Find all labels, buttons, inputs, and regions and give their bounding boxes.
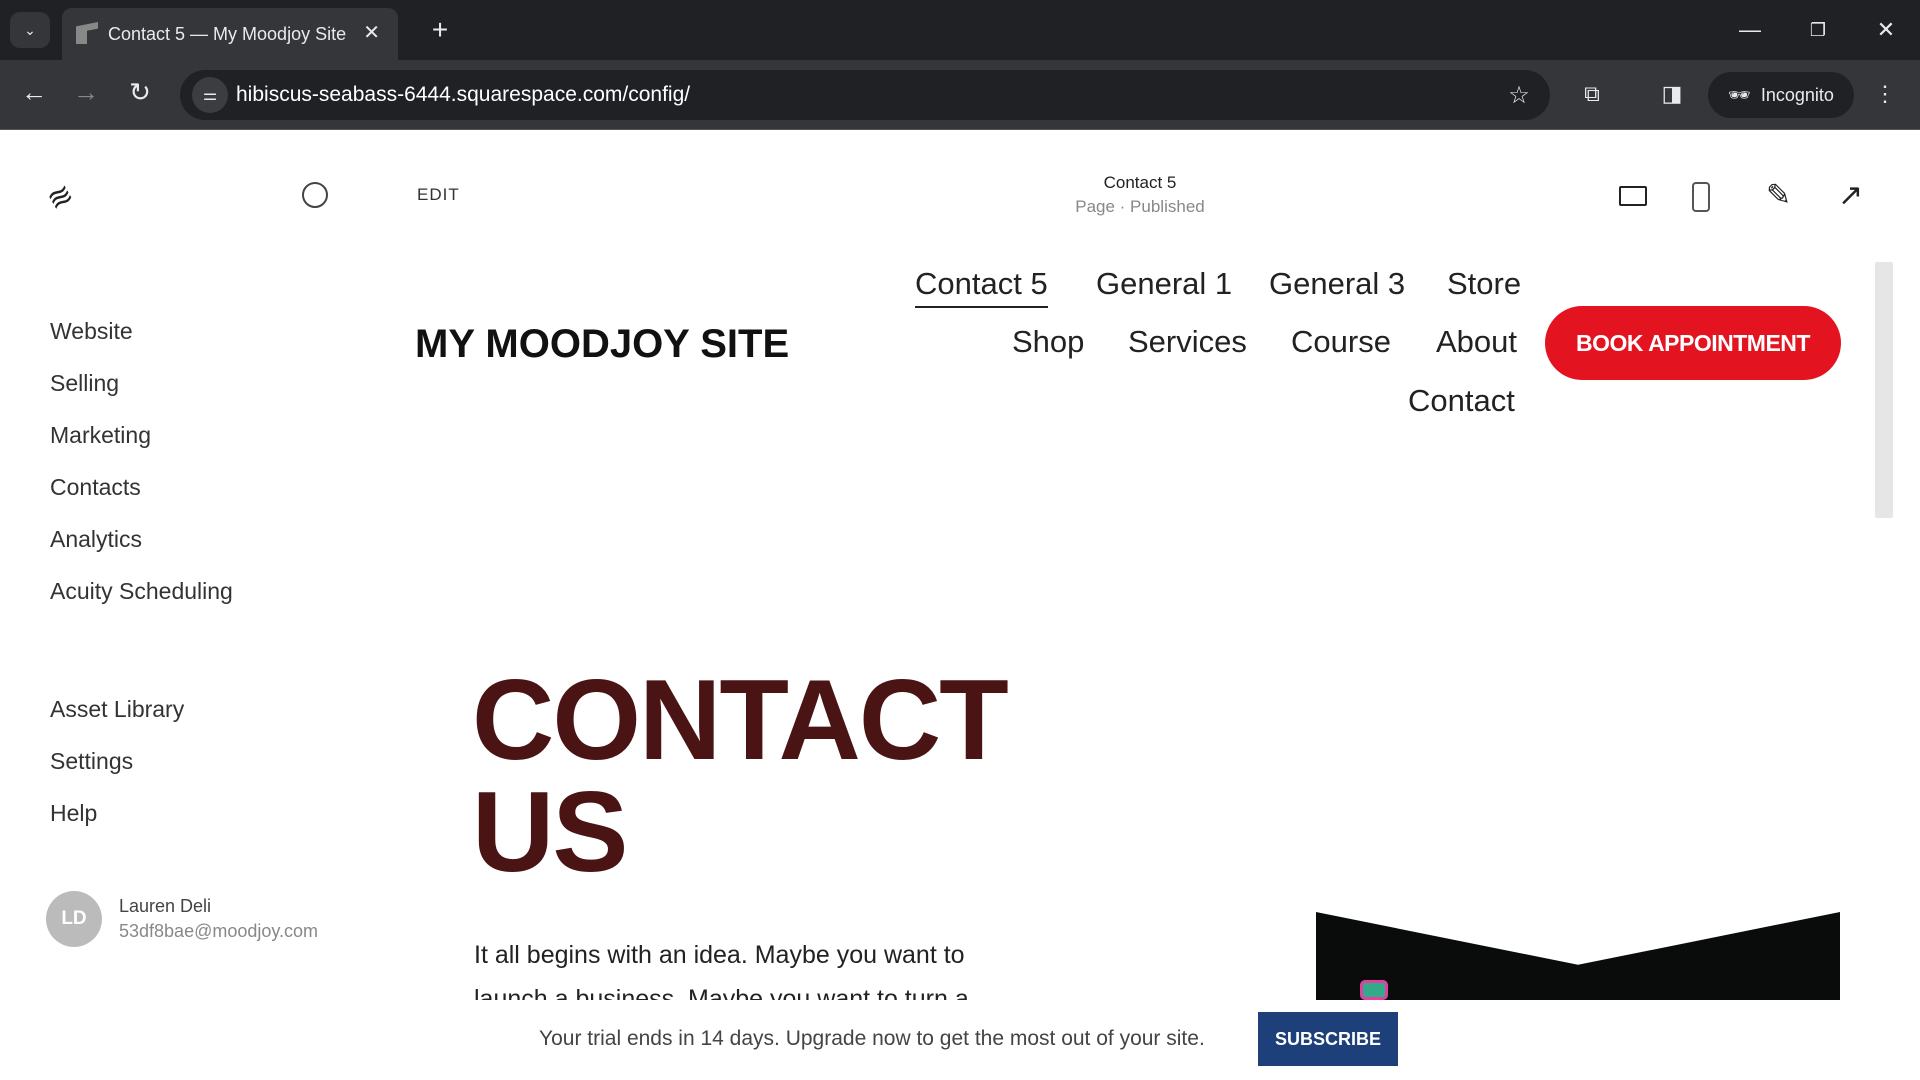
subscribe-button[interactable]: SUBSCRIBE — [1258, 1012, 1398, 1066]
nav-store[interactable]: Store — [1447, 266, 1521, 302]
contact-image — [1316, 912, 1840, 1000]
user-name: Lauren Deli — [119, 896, 212, 916]
side-panel-icon[interactable]: ◨ — [1654, 76, 1690, 112]
heading-line-1: CONTACT — [472, 657, 1009, 784]
sidebar-item-analytics[interactable]: Analytics — [50, 526, 142, 553]
address-bar[interactable]: ⚌ hibiscus-seabass-6444.squarespace.com/… — [180, 70, 1550, 120]
trial-message: Your trial ends in 14 days. Upgrade now … — [539, 1027, 1205, 1050]
page-title: Contact 5 — [1103, 173, 1177, 192]
site-preview: MY MOODJOY SITE Contact 5 General 1 Gene… — [380, 240, 1880, 1000]
sidebar-item-acuity-scheduling[interactable]: Acuity Scheduling — [50, 578, 233, 605]
extensions-icon[interactable]: ⧉ — [1574, 76, 1610, 112]
search-icon[interactable] — [302, 182, 328, 208]
paragraph-line-2: launch a business. Maybe you want to tur… — [474, 985, 969, 1000]
sidebar-item-asset-library[interactable]: Asset Library — [50, 696, 184, 723]
minimize-icon[interactable]: — — [1730, 12, 1770, 48]
neon-sign-decoration — [1360, 980, 1388, 1000]
book-appointment-button[interactable]: BOOK APPOINTMENT — [1545, 306, 1841, 380]
browser-tab-bar: ⌄ Contact 5 — My Moodjoy Site ✕ + — ❐ ✕ — [0, 0, 1920, 60]
incognito-indicator[interactable]: 🕶 Incognito — [1708, 72, 1854, 118]
user-email: 53df8bae@moodjoy.com — [119, 921, 319, 941]
nav-contact-5[interactable]: Contact 5 — [915, 266, 1048, 308]
new-tab-icon[interactable]: + — [422, 12, 458, 48]
nav-shop[interactable]: Shop — [1012, 324, 1084, 360]
nav-general-1[interactable]: General 1 — [1096, 266, 1232, 302]
paragraph-line-1: It all begins with an idea. Maybe you wa… — [474, 941, 965, 969]
edit-button[interactable]: EDIT — [417, 185, 460, 205]
incognito-icon: 🕶 — [1728, 84, 1751, 105]
nav-about[interactable]: About — [1436, 324, 1517, 360]
site-info-icon[interactable]: ⚌ — [192, 77, 228, 113]
incognito-label: Incognito — [1760, 84, 1834, 105]
nav-contact[interactable]: Contact — [1408, 383, 1515, 419]
desktop-view-icon[interactable] — [1619, 186, 1647, 206]
sidebar-item-contacts[interactable]: Contacts — [50, 474, 141, 501]
avatar[interactable]: LD — [46, 891, 102, 947]
bookmark-star-icon[interactable]: ☆ — [1502, 78, 1536, 112]
sidebar-item-help[interactable]: Help — [50, 800, 97, 827]
back-icon[interactable]: ← — [14, 72, 54, 112]
mobile-view-icon[interactable] — [1692, 182, 1710, 212]
nav-services[interactable]: Services — [1128, 324, 1247, 360]
sidebar-item-selling[interactable]: Selling — [50, 370, 119, 397]
nav-general-3[interactable]: General 3 — [1269, 266, 1405, 302]
sidebar-item-website[interactable]: Website — [50, 318, 133, 345]
site-logo[interactable]: MY MOODJOY SITE — [415, 322, 789, 367]
restore-icon[interactable]: ❐ — [1798, 12, 1838, 48]
sidebar-item-marketing[interactable]: Marketing — [50, 422, 151, 449]
preview-scrollbar[interactable] — [1875, 262, 1893, 518]
menu-kebab-icon[interactable]: ⋮ — [1870, 76, 1900, 112]
favicon-icon — [76, 22, 98, 44]
close-window-icon[interactable]: ✕ — [1866, 12, 1906, 48]
sidebar-item-settings[interactable]: Settings — [50, 748, 133, 775]
browser-tab[interactable]: Contact 5 — My Moodjoy Site ✕ — [62, 8, 398, 60]
open-external-icon[interactable]: ↗ — [1838, 178, 1863, 213]
site-styles-icon[interactable]: ✎ — [1766, 178, 1791, 213]
nav-course[interactable]: Course — [1291, 324, 1391, 360]
tab-title: Contact 5 — My Moodjoy Site — [108, 23, 347, 44]
trial-banner: Your trial ends in 14 days. Upgrade now … — [0, 1000, 1920, 1080]
reload-icon[interactable]: ↻ — [120, 72, 160, 112]
url-text: hibiscus-seabass-6444.squarespace.com/co… — [236, 83, 691, 106]
close-tab-icon[interactable]: ✕ — [363, 20, 380, 45]
heading-line-2: US — [472, 769, 628, 896]
forward-icon[interactable]: → — [66, 72, 106, 112]
page-status: Page · Published — [1075, 197, 1205, 216]
squarespace-logo-icon[interactable]: ≋ — [41, 176, 80, 219]
tab-search-button[interactable]: ⌄ — [10, 12, 50, 48]
